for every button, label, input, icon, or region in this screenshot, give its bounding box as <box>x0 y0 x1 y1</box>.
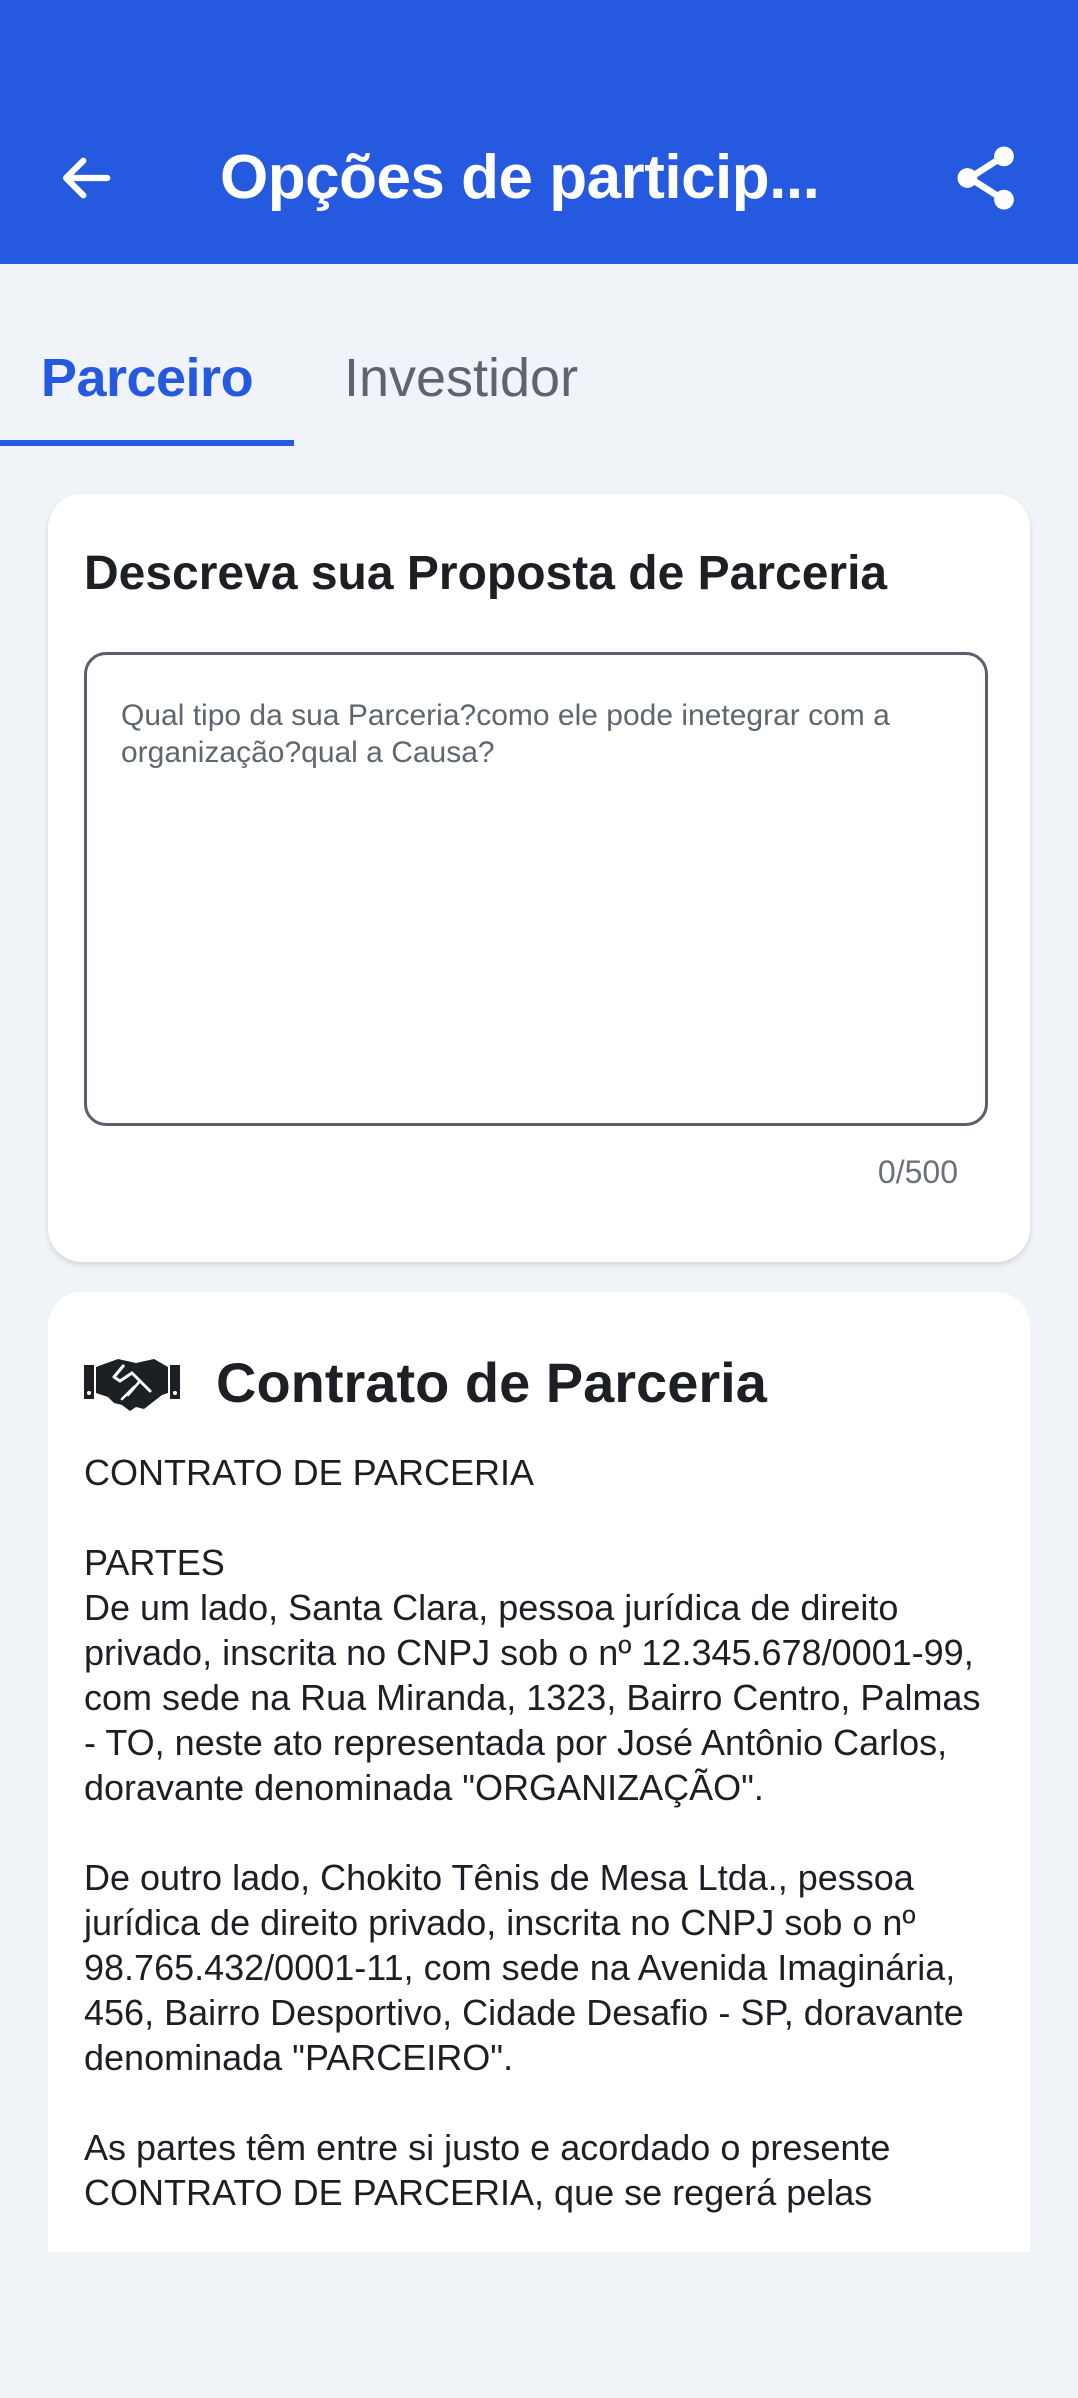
tab-investidor[interactable]: Investidor <box>294 312 628 444</box>
arrow-left-icon <box>62 157 111 199</box>
proposal-title: Descreva sua Proposta de Parceria <box>84 547 888 600</box>
handshake-icon <box>84 1351 180 1413</box>
page-title: Opções de particip... <box>220 143 820 212</box>
contract-paragraph-agreement: As partes têm entre si justo e acordado … <box>84 2127 891 2213</box>
share-icon <box>957 146 1014 210</box>
tab-parceiro[interactable]: Parceiro <box>0 312 294 444</box>
contract-header: Contrato de Parceria <box>84 1346 767 1418</box>
contract-paragraph-heading: CONTRATO DE PARCERIA <box>84 1452 535 1493</box>
contract-body: CONTRATO DE PARCERIA PARTES De um lado, … <box>84 1450 994 2252</box>
contract-card: Contrato de Parceria CONTRATO DE PARCERI… <box>48 1292 1030 2252</box>
app-bar: Opções de particip... <box>0 0 1078 264</box>
back-button[interactable] <box>44 136 128 220</box>
contract-title: Contrato de Parceria <box>216 1350 767 1414</box>
proposal-textarea[interactable]: Qual tipo da sua Parceria?como ele pode … <box>84 652 988 1126</box>
tab-bar: Parceiro Investidor <box>0 312 1078 448</box>
contract-paragraph-partner: De outro lado, Chokito Tênis de Mesa Ltd… <box>84 1857 964 2078</box>
proposal-placeholder: Qual tipo da sua Parceria?como ele pode … <box>121 699 890 769</box>
contract-paragraph-parties: PARTES De um lado, Santa Clara, pessoa j… <box>84 1542 981 1808</box>
tab-indicator <box>0 440 294 446</box>
proposal-card: Descreva sua Proposta de Parceria Qual t… <box>48 494 1030 1262</box>
character-counter: 0/500 <box>877 1154 958 1190</box>
share-button[interactable] <box>944 136 1028 220</box>
